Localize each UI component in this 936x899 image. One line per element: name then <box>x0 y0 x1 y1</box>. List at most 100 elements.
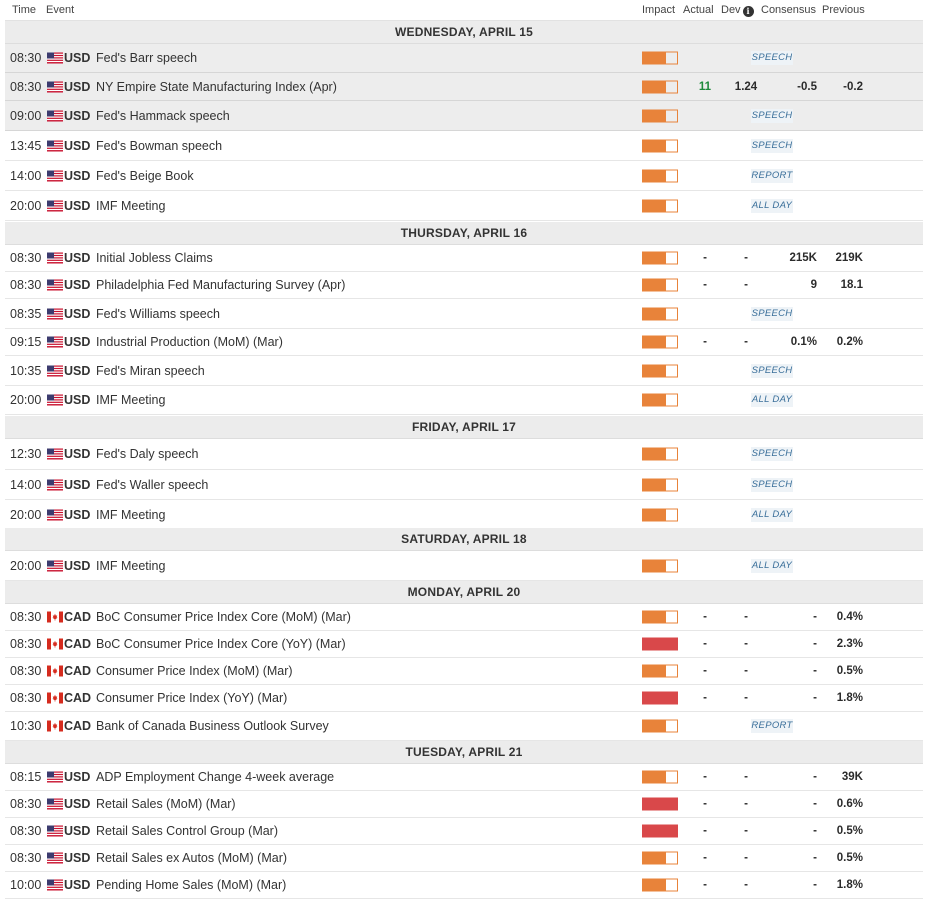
event-name[interactable]: IMF Meeting <box>96 559 165 573</box>
event-row[interactable]: 08:30 USD NY Empire State Manufacturing In… <box>5 73 923 101</box>
impact-bar-fill <box>643 448 667 460</box>
event-name[interactable]: Pending Home Sales (MoM) (Mar) <box>96 878 286 892</box>
event-time: 08:30 <box>10 79 42 94</box>
impact-bar <box>642 80 678 93</box>
event-deviation: - <box>744 692 748 704</box>
event-time: 08:35 <box>10 306 42 321</box>
event-currency: USD <box>64 138 91 153</box>
event-name[interactable]: BoC Consumer Price Index Core (YoY) (Mar… <box>96 637 346 651</box>
event-name[interactable]: Fed's Daly speech <box>96 447 198 461</box>
event-name[interactable]: IMF Meeting <box>96 393 165 407</box>
event-name[interactable]: Retail Sales ex Autos (MoM) (Mar) <box>96 851 287 865</box>
day-header: WEDNESDAY, APRIL 15 <box>5 21 923 44</box>
event-consensus: - <box>813 798 817 810</box>
ca-flag-icon <box>47 665 63 677</box>
event-row[interactable]: 20:00 USD IMF Meeting ALL DAY <box>5 191 923 221</box>
event-time: 08:30 <box>10 637 42 651</box>
event-row[interactable]: 10:30 CAD Bank of Canada Business Outlook … <box>5 712 923 741</box>
event-deviation: - <box>744 638 748 650</box>
us-flag-icon <box>47 448 63 460</box>
event-currency: USD <box>64 558 91 573</box>
event-row[interactable]: 08:35 USD Fed's Williams speech SPEECH <box>5 299 923 329</box>
event-actual: 11 <box>698 80 712 93</box>
impact-bar-fill <box>643 394 667 406</box>
impact-bar-fill <box>643 509 667 520</box>
event-name[interactable]: Fed's Miran speech <box>96 364 205 378</box>
event-previous: 2.3% <box>836 638 863 650</box>
event-row[interactable]: 08:30 CAD BoC Consumer Price Index Core (M… <box>5 604 923 631</box>
event-previous: 39K <box>841 771 863 783</box>
event-previous: 1.8% <box>836 879 863 891</box>
event-row[interactable]: 08:30 USD Retail Sales ex Autos (MoM) (Mar… <box>5 845 923 872</box>
header-dev-label: Dev <box>721 4 741 16</box>
event-name[interactable]: Retail Sales (MoM) (Mar) <box>96 797 236 811</box>
event-name[interactable]: ADP Employment Change 4-week average <box>96 770 334 784</box>
event-name[interactable]: Philadelphia Fed Manufacturing Survey (A… <box>96 278 345 292</box>
event-name[interactable]: IMF Meeting <box>96 508 165 522</box>
impact-bar <box>642 251 678 265</box>
impact-bar <box>642 335 678 349</box>
event-name[interactable]: NY Empire State Manufacturing Index (Apr… <box>96 80 337 94</box>
event-name[interactable]: IMF Meeting <box>96 199 165 213</box>
event-name[interactable]: Consumer Price Index (MoM) (Mar) <box>96 664 293 678</box>
event-row[interactable]: 13:45 USD Fed's Bowman speech SPEECH <box>5 131 923 161</box>
event-name[interactable]: Retail Sales Control Group (Mar) <box>96 824 278 838</box>
event-row[interactable]: 08:30 USD Retail Sales (MoM) (Mar) - - - 0.6% <box>5 791 923 818</box>
event-name[interactable]: Industrial Production (MoM) (Mar) <box>96 335 283 349</box>
event-time: 08:30 <box>10 610 42 624</box>
event-name[interactable]: Fed's Bowman speech <box>96 139 222 153</box>
event-row[interactable]: 14:00 USD Fed's Waller speech SPEECH <box>5 470 923 500</box>
event-currency: USD <box>64 477 91 492</box>
event-consensus: 0.1% <box>790 336 817 348</box>
event-name[interactable]: Consumer Price Index (YoY) (Mar) <box>96 691 287 705</box>
event-actual: - <box>703 771 707 783</box>
us-flag-icon <box>47 81 63 92</box>
event-name[interactable]: Fed's Waller speech <box>96 478 208 492</box>
impact-bar-fill <box>643 852 667 864</box>
day-section: SATURDAY, APRIL 18 20:00 USD IMF Meeting ALL… <box>5 528 923 581</box>
event-name[interactable]: BoC Consumer Price Index Core (MoM) (Mar… <box>96 610 351 624</box>
event-row[interactable]: 08:30 USD Fed's Barr speech SPEECH <box>5 44 923 73</box>
us-flag-icon <box>47 771 63 783</box>
header-previous: Previous <box>822 4 865 16</box>
ca-flag-icon <box>47 720 63 732</box>
event-name[interactable]: Fed's Williams speech <box>96 307 220 321</box>
event-row[interactable]: 08:30 CAD Consumer Price Index (YoY) (Mar)… <box>5 685 923 712</box>
event-name[interactable]: Bank of Canada Business Outlook Survey <box>96 719 329 733</box>
event-row[interactable]: 08:30 CAD Consumer Price Index (MoM) (Mar)… <box>5 658 923 685</box>
event-row[interactable]: 09:00 USD Fed's Hammack speech SPEECH <box>5 101 923 131</box>
event-deviation: - <box>744 825 748 837</box>
impact-bar-fill <box>643 692 677 704</box>
event-name[interactable]: Initial Jobless Claims <box>96 251 213 265</box>
event-actual: - <box>703 611 707 623</box>
event-row[interactable]: 08:15 USD ADP Employment Change 4-week ave… <box>5 764 923 791</box>
event-row[interactable]: 08:30 USD Philadelphia Fed Manufacturing S… <box>5 272 923 299</box>
event-time: 09:00 <box>10 108 42 123</box>
event-row[interactable]: 08:30 USD Initial Jobless Claims - - 215K 219K <box>5 245 923 272</box>
us-flag-icon <box>47 110 63 121</box>
event-name[interactable]: Fed's Beige Book <box>96 169 194 183</box>
event-row[interactable]: 20:00 USD IMF Meeting ALL DAY <box>5 500 923 530</box>
event-row[interactable]: 10:35 USD Fed's Miran speech SPEECH <box>5 356 923 386</box>
event-row[interactable]: 20:00 USD IMF Meeting ALL DAY <box>5 551 923 581</box>
event-row[interactable]: 14:00 USD Fed's Beige Book REPORT <box>5 161 923 191</box>
event-currency: USD <box>64 79 91 94</box>
event-deviation: - <box>744 611 748 623</box>
event-row[interactable]: 08:30 CAD BoC Consumer Price Index Core (Y… <box>5 631 923 658</box>
impact-bar <box>642 559 678 572</box>
impact-bar-fill <box>643 279 667 291</box>
event-actual: - <box>703 879 707 891</box>
event-row[interactable]: 09:15 USD Industrial Production (MoM) (Mar… <box>5 329 923 356</box>
event-row[interactable]: 20:00 USD IMF Meeting ALL DAY <box>5 386 923 415</box>
impact-bar <box>642 307 678 320</box>
event-row[interactable]: 12:30 USD Fed's Daly speech SPEECH <box>5 439 923 470</box>
event-row[interactable]: 10:00 USD Pending Home Sales (MoM) (Mar) - -… <box>5 872 923 899</box>
event-time: 20:00 <box>10 507 42 522</box>
event-row[interactable]: 08:30 USD Retail Sales Control Group (Mar)… <box>5 818 923 845</box>
info-icon[interactable]: i <box>742 6 754 17</box>
event-name[interactable]: Fed's Hammack speech <box>96 109 230 123</box>
event-name[interactable]: Fed's Barr speech <box>96 51 197 65</box>
event-actual: - <box>703 692 707 704</box>
us-flag-icon <box>47 852 63 864</box>
event-tag: ALL DAY <box>751 393 793 407</box>
